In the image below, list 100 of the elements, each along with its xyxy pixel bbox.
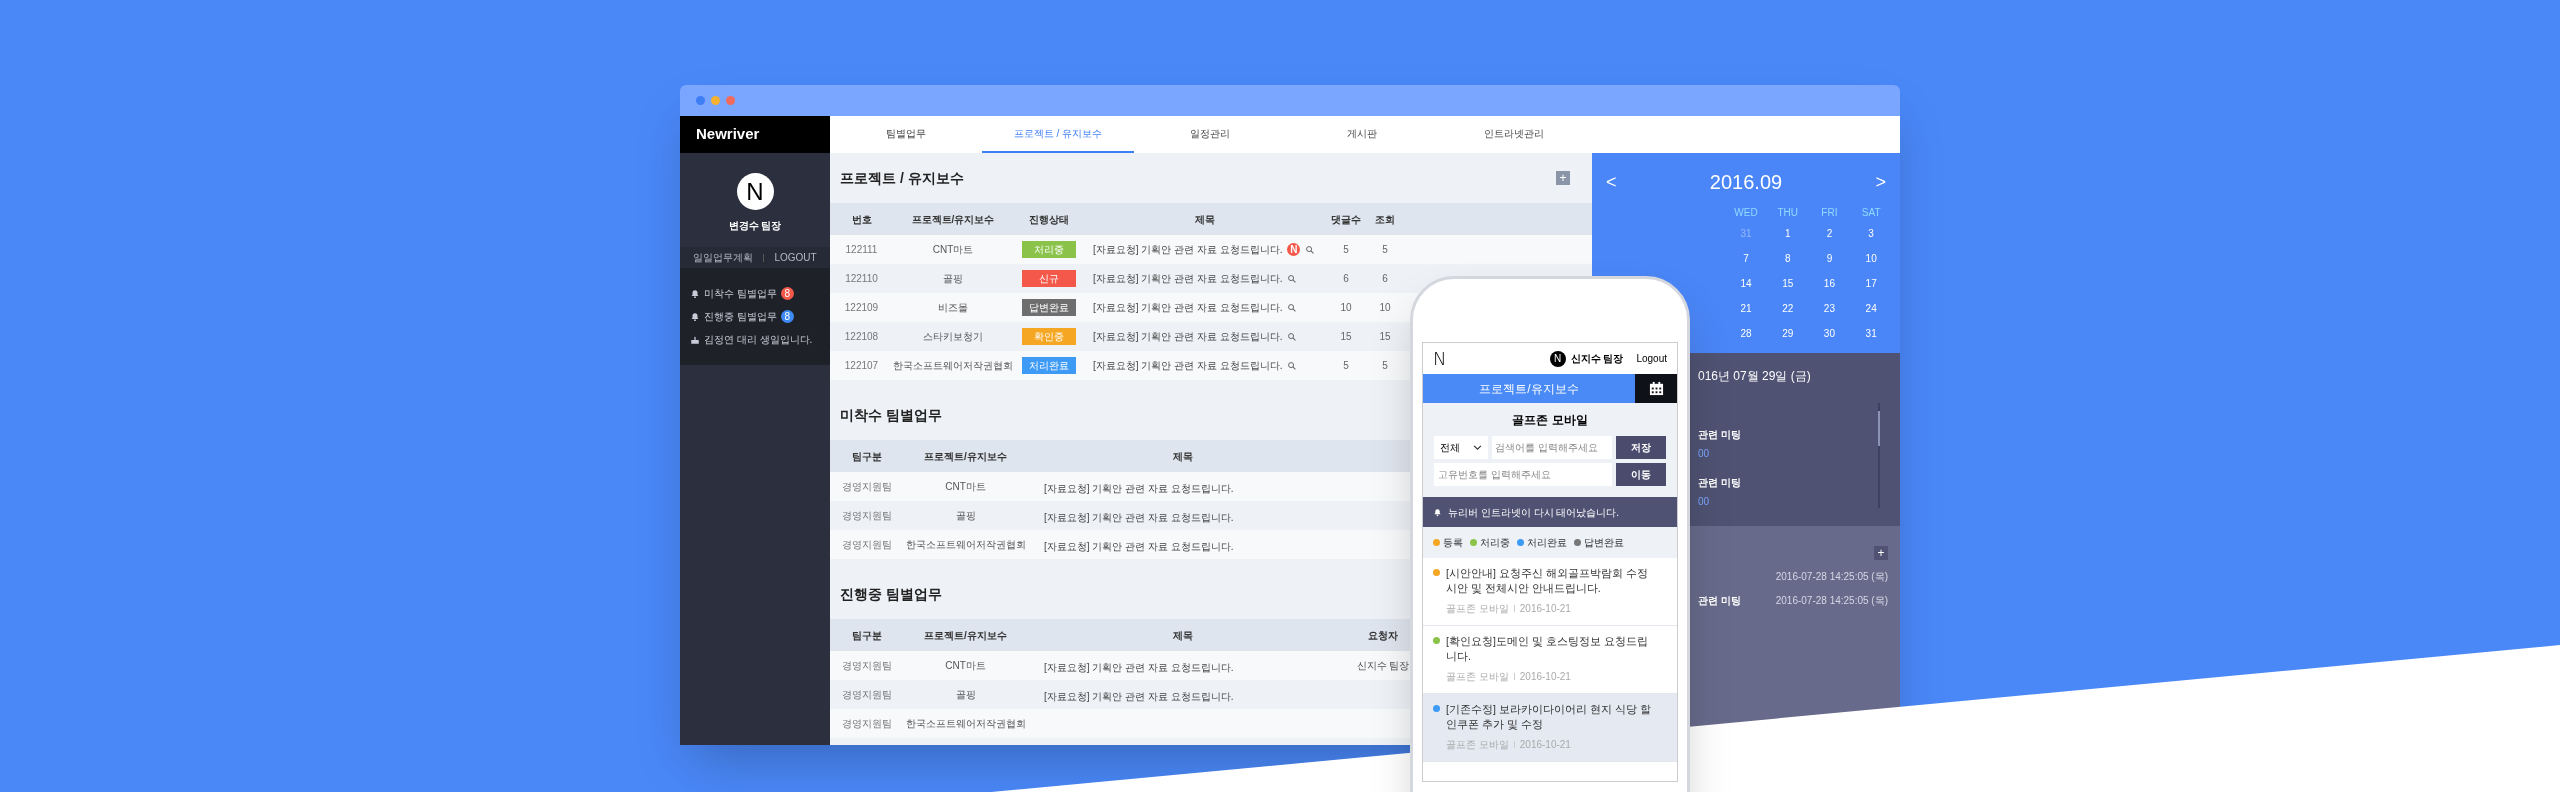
search-icon [1287,302,1298,313]
table-cell-text: CNT마트 [944,659,987,673]
section-title: 프로젝트 / 유지보수 [840,168,964,188]
post-title-link[interactable]: [자료요청] 기획안 관련 자료 요청드립니다. [1093,329,1283,344]
event-time: 00 [1698,495,1711,509]
column-header: 프로젝트/유지보수 [923,449,1008,464]
post-title-link[interactable]: [자료요청] 기획안 관련 자료 요청드립니다. [1093,358,1283,373]
table-cell-text: 5 [1381,359,1389,373]
nav-tab[interactable]: 게시판 [1286,116,1438,153]
column-header: 팀구분 [850,628,883,643]
notice-text[interactable]: 진행중 팀별업무 [704,309,777,324]
table-cell-text: 10 [1339,301,1353,315]
table-cell-text: 5 [1342,359,1350,373]
weekday-label: FRI [1820,206,1839,220]
weekday-label: THU [1776,206,1799,220]
search-icon [1287,331,1298,342]
column-header: 요청자 [1367,628,1399,643]
post-title-link[interactable]: [자료요청] 기획안 관련 자료 요청드립니다. [1044,511,1234,523]
table-cell-text: 122108 [843,330,880,344]
app-logo[interactable]: N [1433,345,1447,372]
item-title: [확인요청]도메인 및 호스팅정보 요청드립니다. [1446,634,1649,664]
post-title-link[interactable]: [자료요청] 기획안 관련 자료 요청드립니다. [1093,242,1283,257]
weekday-label: WED [1733,206,1759,220]
column-header: 제목 [1172,628,1194,643]
post-title-link[interactable]: [자료요청] 기획안 관련 자료 요청드립니다. [1044,482,1234,494]
sidebar-link[interactable]: LOGOUT [774,250,817,265]
notice-text[interactable]: 김정연 대리 생일입니다. [704,332,813,347]
item-date: 2016-10-21 [1519,602,1571,616]
post-title-link[interactable]: [자료요청] 기획안 관련 자료 요청드립니다. [1044,540,1234,552]
save-button[interactable]: 저장 [1616,436,1666,459]
search-field[interactable]: 검색어를 입력해주세요 [1492,436,1612,459]
event-title[interactable]: 관련 미팅 [1698,475,1811,490]
status-badge: 처리중 [1022,241,1076,258]
activity-title[interactable]: 관련 미팅 [1698,593,1741,608]
sidebar-link[interactable]: 일일업무계획 [693,250,754,265]
nav-tab[interactable]: 인트라넷관리 [1438,116,1590,153]
count-badge: 8 [780,287,794,300]
table-cell-text: 122110 [844,272,879,286]
weekday-label: SAT [1860,206,1882,220]
item-title: [시안안내] 요청주신 해외골프박람회 수정시안 및 전체시안 안내드립니다. [1446,566,1649,596]
page-heading: 골프존 모바일 [1511,412,1589,429]
cake-icon [690,334,700,345]
list-item[interactable]: [기존수정] 보라카이다이어리 현지 식당 할인쿠폰 추가 및 수정 골프존 모바일 2016-10-21 [1423,694,1677,762]
month-title: 2016.09 [1709,170,1783,195]
table-cell-text: 122111 [844,243,879,257]
avatar: N [1549,350,1566,367]
schedule-date: 016년 07월 29일 (금) [1698,368,1811,385]
event-title[interactable]: 관련 미팅 [1698,427,1811,442]
table-cell-text: 골핑 [954,509,977,523]
app-logo[interactable]: Newriver [680,116,830,153]
table-cell-text: CNT마트 [931,243,975,257]
legend-label: 처리중 [1480,536,1510,550]
table-cell-text: 한국소프트웨어저작권협회 [904,538,1027,552]
table-cell-text: 경영지원팀 [840,538,893,552]
table-cell-text: 비즈몰 [937,301,969,315]
column-header: 팀구분 [850,449,883,464]
column-header: 프로젝트/유지보수 [910,212,996,227]
notice-text[interactable]: 미착수 팀별업무 [704,286,777,301]
status-badge: 확인중 [1022,328,1076,345]
column-header: 댓글수 [1330,212,1362,227]
logout-link[interactable]: Logout [1636,351,1667,366]
post-title-link[interactable]: [자료요청] 기획안 관련 자료 요청드립니다. [1044,661,1234,673]
table-cell-text: 10 [1378,301,1392,315]
section-title: 미착수 팀별업무 [840,405,942,425]
event-time: 00 [1698,447,1711,461]
new-badge: N [1287,243,1301,256]
go-button[interactable]: 이동 [1616,463,1666,486]
bell-icon [690,311,700,322]
add-button[interactable]: + [1874,546,1888,560]
item-source: 골프존 모바일 [1446,670,1509,684]
nav-tab[interactable]: 일정관리 [1134,116,1286,153]
post-title-link[interactable]: [자료요청] 기획안 관련 자료 요청드립니다. [1093,300,1283,315]
category-select[interactable]: 전체 [1434,436,1488,459]
table-cell-text: 한국소프트웨어저작권협회 [893,359,1013,373]
table-cell-text: 스타키보청기 [922,330,984,344]
post-title-link[interactable]: [자료요청] 기획안 관련 자료 요청드립니다. [1044,690,1234,702]
table-cell-text: 골핑 [942,272,964,286]
column-header: 진행상태 [1028,212,1070,227]
notice-text: 뉴리버 인트라넷이 다시 태어났습니다. [1448,505,1620,520]
status-badge: 신규 [1022,270,1076,287]
activity-timestamp: 2016-07-28 14:25:05 (목) [1775,594,1888,608]
table-cell-text: 122109 [843,301,880,315]
search-icon [1287,360,1298,371]
status-badge: 처리완료 [1022,357,1076,374]
table-cell-text: 경영지원팀 [840,717,893,731]
table-cell-text: 15 [1339,330,1353,344]
section-title: 진행중 팀별업무 [840,584,942,604]
user-name: 신지수 팀장 [1570,352,1624,366]
table-cell-text: 5 [1381,243,1389,257]
item-title: [기존수정] 보라카이다이어리 현지 식당 할인쿠폰 추가 및 수정 [1446,702,1652,732]
legend-label: 등록 [1443,536,1463,550]
legend-label: 답변완료 [1584,536,1624,550]
nav-tab[interactable]: 팀별업무 [830,116,982,153]
post-title-link[interactable]: [자료요청] 기획안 관련 자료 요청드립니다. [1093,271,1283,286]
avatar: N [736,173,774,210]
search-icon [1305,244,1316,255]
calendar-icon [1648,381,1664,396]
id-field[interactable]: 고유번호를 입력해주세요 [1434,463,1612,486]
calendar-button[interactable] [1635,374,1677,403]
table-cell-text: 6 [1381,272,1389,286]
